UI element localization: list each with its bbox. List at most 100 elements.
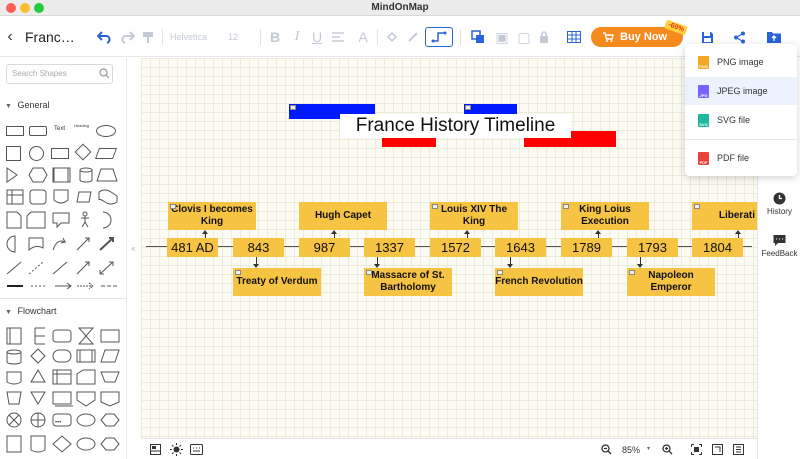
circle-shape[interactable] (29, 146, 44, 161)
redo-icon[interactable] (118, 27, 136, 47)
window-titlebar: MindOnMap (0, 0, 800, 16)
search-icon (99, 68, 110, 79)
feedback-button[interactable]: FeedBack (758, 234, 800, 258)
node-handle-icon (694, 204, 700, 209)
section-flowchart[interactable]: ▼ Flowchart (5, 306, 56, 316)
event-box[interactable]: Louis XIV The King (430, 202, 518, 230)
year-box[interactable]: 1643 (495, 238, 546, 257)
node-handle-icon (235, 270, 241, 275)
chevron-down-icon: ▼ (5, 309, 12, 316)
svg-text:•••: ••• (55, 420, 61, 426)
format-painter-icon[interactable] (140, 27, 156, 47)
arrange-icon[interactable] (468, 27, 488, 47)
document-title[interactable]: Franc… (25, 29, 75, 45)
menu-divider (685, 139, 797, 140)
shape-row-8 (7, 282, 117, 290)
cart-icon (603, 32, 614, 42)
event-box[interactable]: Massacre of St. Bartholomy (364, 268, 452, 296)
font-color-icon[interactable]: A (355, 27, 371, 47)
panel-divider (0, 298, 126, 299)
fit-screen-icon[interactable] (691, 444, 702, 455)
bold-icon[interactable]: B (268, 27, 282, 47)
node-handle-icon (432, 204, 438, 209)
ellipse-shape[interactable] (96, 125, 116, 137)
event-box[interactable]: Napoleon Emperor (627, 268, 715, 296)
node-handle-icon (497, 270, 503, 275)
year-box[interactable]: 481 AD (167, 238, 218, 257)
zoom-level[interactable]: 85% (622, 445, 640, 455)
collapse-panel-icon[interactable]: « (131, 244, 135, 253)
italic-icon[interactable]: I (290, 27, 304, 47)
connector-style-icon[interactable] (425, 27, 453, 47)
zoom-out-icon[interactable] (601, 444, 612, 455)
window-title: MindOnMap (371, 2, 429, 13)
svg-file-icon: SVG (698, 113, 709, 127)
year-box[interactable]: 843 (233, 238, 284, 257)
fullscreen-icon[interactable] (712, 444, 723, 455)
node-handle-icon (170, 204, 176, 209)
process-shape[interactable] (51, 148, 69, 159)
back-icon[interactable]: ‹ (4, 27, 16, 47)
node-handle-icon (366, 270, 372, 275)
line-color-icon[interactable] (405, 27, 421, 47)
text-shape[interactable]: Text (54, 126, 65, 132)
export-menu: PNG PNG image JPG JPEG image SVG SVG fil… (685, 44, 797, 176)
year-box[interactable]: 1793 (627, 238, 678, 257)
node-handle-icon (563, 204, 569, 209)
export-pdf-item[interactable]: PDF PDF file (685, 144, 797, 172)
event-box[interactable]: Liberati (692, 202, 757, 230)
lock-icon[interactable] (536, 27, 552, 47)
year-box[interactable]: 1804 (692, 238, 743, 257)
history-icon (773, 192, 786, 205)
year-box[interactable]: 1572 (430, 238, 481, 257)
event-box[interactable]: Hugh Capet (299, 202, 387, 230)
diamond-shape[interactable] (74, 143, 92, 161)
group-icon[interactable]: ▣ (494, 27, 510, 47)
font-size-select[interactable]: 12 (228, 27, 250, 47)
year-box[interactable]: 1337 (364, 238, 415, 257)
fill-color-icon[interactable] (384, 27, 400, 47)
table-icon[interactable] (563, 27, 585, 47)
node-handle-icon (290, 105, 296, 110)
section-general[interactable]: ▼ General (5, 100, 49, 110)
present-icon[interactable] (733, 444, 744, 455)
outline-icon[interactable] (150, 444, 161, 455)
jpeg-file-icon: JPG (698, 84, 709, 98)
toolbar: ‹ Franc… Helvetica 12 B I U A ▣ ▢ Buy No… (0, 17, 800, 57)
decor-blue-bar-right[interactable] (464, 104, 517, 114)
zoom-in-icon[interactable] (662, 444, 673, 455)
square-shape[interactable] (6, 146, 21, 161)
timeline-title[interactable]: France History Timeline (340, 114, 571, 138)
pdf-file-icon: PDF (698, 151, 709, 165)
rectangle-shape[interactable] (6, 126, 24, 136)
search-shapes-input[interactable]: Search Shapes (6, 64, 113, 84)
export-png-item[interactable]: PNG PNG image (685, 48, 797, 76)
align-icon[interactable] (330, 27, 346, 47)
shape-row-5 (6, 211, 112, 229)
shape-library-panel: Search Shapes ▼ General Text Heading ▼ F… (0, 58, 127, 459)
shape-row-6 (6, 235, 114, 253)
ungroup-icon[interactable]: ▢ (516, 27, 532, 47)
year-box[interactable]: 987 (299, 238, 350, 257)
keyboard-icon[interactable] (190, 444, 203, 455)
diagram-canvas[interactable]: France History Timeline 481 AD 843 987 1… (141, 58, 757, 438)
event-box[interactable]: Clovis I becomes King (168, 202, 256, 230)
parallelogram-shape[interactable] (94, 148, 118, 159)
theme-icon[interactable] (170, 443, 183, 456)
event-box[interactable]: French Revolution (495, 268, 583, 296)
year-box[interactable]: 1789 (561, 238, 612, 257)
chevron-down-icon: ▼ (5, 103, 12, 110)
event-box[interactable]: King Loius Execution (561, 202, 649, 230)
event-box[interactable]: Treaty of Verdum (233, 268, 321, 296)
chevron-down-icon[interactable]: ▾ (647, 445, 650, 452)
buy-now-label: Buy Now (620, 31, 668, 43)
rounded-rectangle-shape[interactable] (29, 126, 47, 136)
undo-icon[interactable] (96, 27, 114, 47)
export-svg-item[interactable]: SVG SVG file (685, 106, 797, 134)
underline-icon[interactable]: U (310, 27, 324, 47)
search-placeholder: Search Shapes (12, 69, 67, 78)
export-jpeg-item[interactable]: JPG JPEG image (685, 77, 797, 105)
history-button[interactable]: History (758, 192, 800, 216)
heading-shape[interactable]: Heading (74, 124, 96, 128)
font-family-select[interactable]: Helvetica (170, 27, 220, 47)
